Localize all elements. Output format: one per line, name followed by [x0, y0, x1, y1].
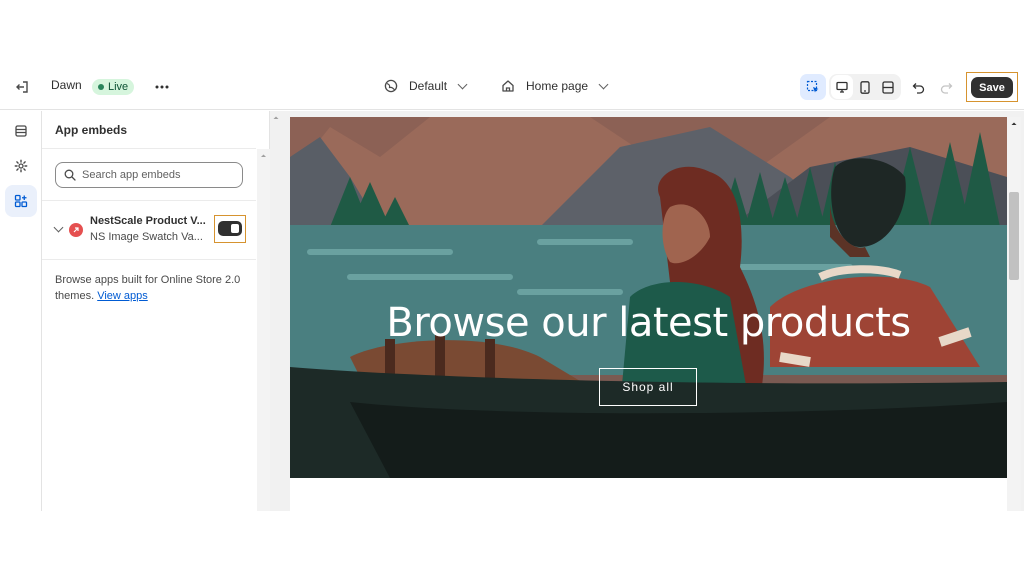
undo-icon — [912, 83, 924, 94]
preview-scrollbar[interactable] — [1007, 117, 1021, 511]
search-icon — [64, 169, 76, 181]
template-select-label: Default — [409, 79, 448, 93]
search-input[interactable] — [82, 169, 232, 181]
app-embeds-tab[interactable] — [5, 185, 37, 217]
template-select[interactable]: Default — [384, 79, 468, 93]
panel-scrollbar[interactable] — [257, 149, 270, 511]
mobile-icon — [860, 80, 870, 94]
status-badge-label: Live — [108, 81, 129, 93]
inspector-toggle-button[interactable] — [800, 74, 826, 100]
app-embed-row: NestScale Product V... NS Image Swatch V… — [42, 201, 256, 259]
browse-apps-text: Browse apps built for Online Store 2.0 t… — [55, 272, 250, 304]
inspect-cursor-icon — [806, 80, 819, 93]
page-select[interactable]: Home page — [501, 79, 609, 93]
fullscreen-icon — [882, 80, 894, 94]
expand-embed-button[interactable] — [52, 222, 64, 235]
save-button[interactable]: Save — [971, 77, 1013, 98]
mobile-view-button[interactable] — [854, 75, 876, 99]
sections-tab[interactable] — [5, 115, 37, 147]
divider — [42, 148, 256, 149]
hero-banner: Browse our latest products Shop all — [290, 117, 1007, 478]
theme-name: Dawn — [51, 78, 82, 92]
editor-sidebar-rail — [0, 111, 42, 511]
more-actions-button[interactable] — [148, 73, 176, 101]
divider — [42, 259, 256, 260]
page-select-label: Home page — [526, 79, 589, 93]
preview-scrollbar-thumb[interactable] — [1009, 192, 1019, 280]
exit-button[interactable] — [8, 73, 36, 101]
embed-enable-toggle[interactable] — [218, 221, 242, 236]
hero-heading: Browse our latest products — [386, 300, 911, 346]
scroll-up-arrow-icon — [261, 154, 266, 157]
toggle-knob — [231, 224, 239, 233]
app-embeds-panel: App embeds NestScale Product V... NS Ima… — [42, 111, 270, 511]
embed-block-name: NS Image Swatch Va... — [90, 231, 203, 243]
globe-icon — [384, 79, 398, 93]
storefront-preview[interactable]: Browse our latest products Shop all — [290, 117, 1007, 511]
more-horizontal-icon — [155, 85, 169, 89]
redo-button[interactable] — [932, 74, 960, 102]
undo-button[interactable] — [904, 74, 932, 102]
shop-all-button[interactable]: Shop all — [599, 368, 697, 406]
redo-icon — [940, 83, 952, 94]
settings-gear-icon — [14, 159, 28, 173]
hero-illustration — [290, 117, 1007, 478]
panel-title: App embeds — [55, 123, 128, 137]
scroll-up-arrow-icon — [1011, 122, 1017, 125]
chevron-down-icon — [598, 79, 609, 89]
embed-app-name: NestScale Product V... — [90, 215, 206, 227]
fullscreen-view-button[interactable] — [877, 75, 899, 99]
exit-icon — [16, 81, 28, 93]
desktop-icon — [836, 81, 848, 93]
sections-icon — [15, 125, 27, 137]
home-icon — [502, 80, 514, 92]
chevron-down-icon — [53, 222, 63, 232]
apps-icon — [14, 194, 28, 208]
live-dot — [98, 84, 104, 90]
theme-settings-tab[interactable] — [5, 150, 37, 182]
search-app-embeds[interactable] — [55, 162, 243, 188]
scroll-up-arrow-icon — [273, 116, 279, 119]
desktop-view-button[interactable] — [831, 75, 853, 99]
chevron-down-icon — [457, 79, 468, 89]
status-badge: Live — [92, 79, 135, 95]
app-logo-icon — [69, 223, 83, 237]
view-apps-link[interactable]: View apps — [97, 290, 148, 302]
